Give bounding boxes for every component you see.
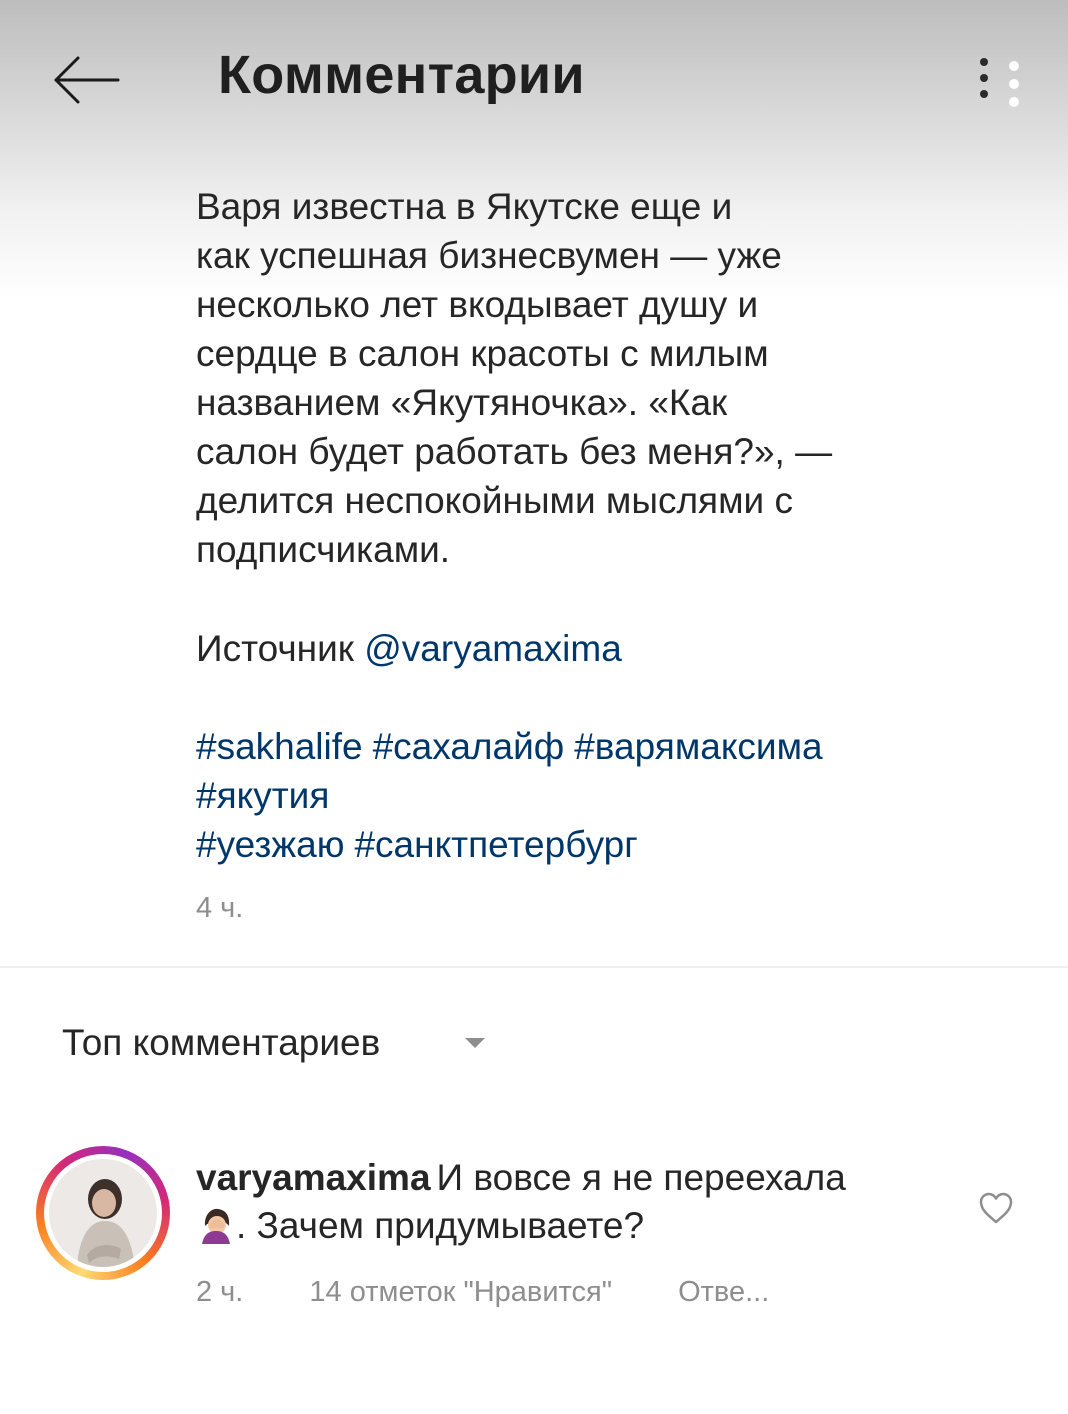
caption-line: названием «Якутяночка». «Как: [196, 382, 728, 423]
avatar-border: [44, 1154, 162, 1272]
post-caption: Варя известна в Якутске еще и как успешн…: [196, 182, 936, 574]
caption-line: как успешная бизнесвумен — уже: [196, 235, 782, 276]
woman-facepalming-emoji-icon: [196, 1204, 236, 1244]
hashtag-link[interactable]: #sakhalife: [196, 726, 363, 767]
like-comment-button[interactable]: [976, 1188, 1016, 1228]
back-button[interactable]: [44, 48, 124, 112]
caption-line: делится неспокойными мыслями с: [196, 480, 793, 521]
caret-down-icon: [465, 1038, 486, 1048]
caption-line: салон будет работать без меня?», —: [196, 431, 833, 472]
hashtag-line: #sakhalife #сахалайф #варямаксима: [196, 722, 996, 771]
hashtag-line: #якутия: [196, 771, 996, 820]
comment-line: varyamaxima И вовсе я не переехала: [196, 1154, 936, 1202]
sort-label: Топ комментариев: [62, 1022, 381, 1063]
comment: varyamaxima И вовсе я не переехала . Заче…: [196, 1154, 936, 1250]
comment-line: . Зачем придумываете?: [196, 1202, 936, 1250]
hashtag-link[interactable]: #варямаксима: [574, 726, 822, 767]
comment-text: И вовсе я не переехала: [436, 1157, 846, 1198]
hashtags: #sakhalife #сахалайф #варямаксима #якутия …: [196, 722, 996, 869]
comment-timestamp: 2 ч.: [196, 1276, 244, 1308]
more-vertical-icon: [980, 58, 1019, 107]
sort-comments-dropdown[interactable]: Топ комментариев: [62, 1018, 486, 1068]
source-mention-link[interactable]: @varyamaxima: [364, 628, 622, 669]
caption-line: несколько лет вкодывает душу и: [196, 284, 759, 325]
comment-likes-link[interactable]: 14 отметок "Нравится": [309, 1276, 612, 1309]
source-label: Источник: [196, 628, 354, 669]
post-timestamp: 4 ч.: [196, 892, 244, 924]
caption-line: Варя известна в Якутске еще и: [196, 186, 733, 227]
hashtag-link[interactable]: #сахалайф: [373, 726, 565, 767]
comment-username[interactable]: varyamaxima: [196, 1157, 431, 1198]
hashtag-line: #уезжаю #санктпетербург: [196, 820, 996, 869]
caption-line: подписчиками.: [196, 529, 451, 570]
comment-text: . Зачем придумываете?: [236, 1205, 645, 1246]
hashtag-link[interactable]: #уезжаю: [196, 824, 344, 865]
avatar[interactable]: [36, 1146, 170, 1280]
avatar-photo: [49, 1159, 157, 1267]
reply-button[interactable]: Отве...: [678, 1276, 769, 1309]
hashtag-link[interactable]: #санктпетербург: [354, 824, 637, 865]
source-line: Источник @varyamaxima: [196, 624, 622, 673]
divider: [0, 966, 1068, 968]
heart-outline-icon: [979, 1192, 1013, 1224]
comment-meta: 2 ч. 14 отметок "Нравится" Отве...: [196, 1276, 769, 1309]
more-options-button[interactable]: [964, 44, 1034, 116]
caption-line: сердце в салон красоты с милым: [196, 333, 769, 374]
hashtag-link[interactable]: #якутия: [196, 775, 329, 816]
header: Комментарии: [0, 0, 1068, 160]
page-title: Комментарии: [218, 45, 585, 105]
arrow-left-icon: [54, 56, 120, 104]
